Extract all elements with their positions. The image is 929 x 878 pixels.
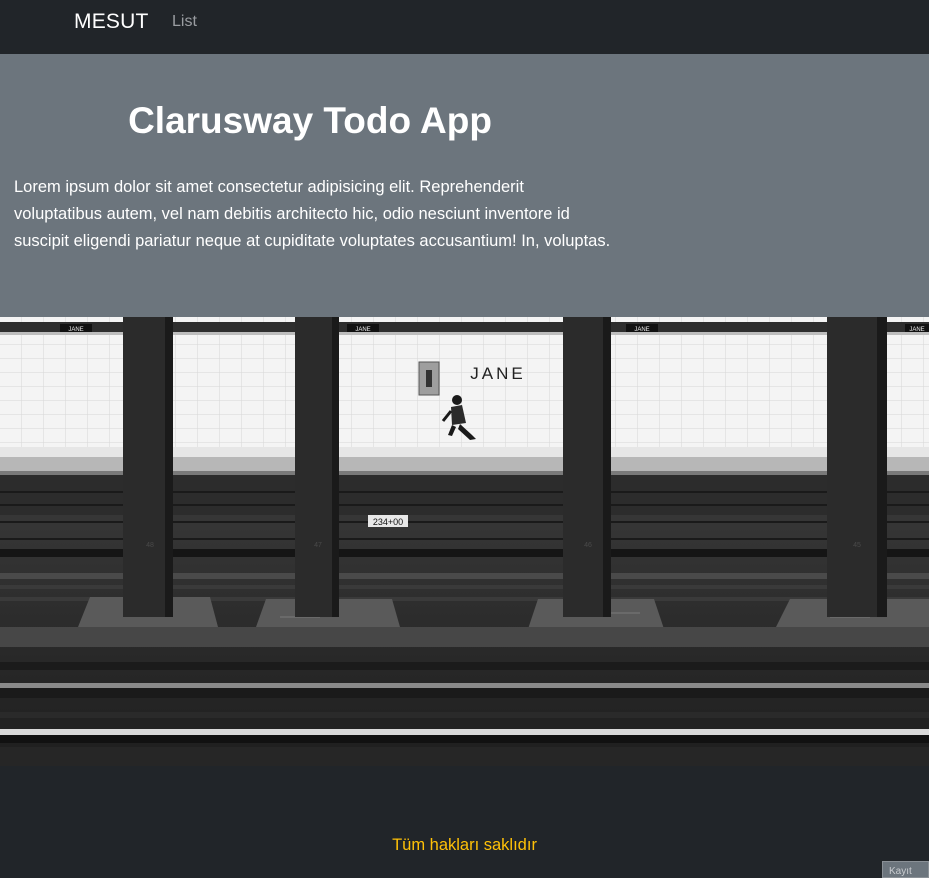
footer: Tüm hakları saklıdır bbox=[0, 766, 929, 878]
station-sign: JANE bbox=[470, 364, 525, 383]
wall-sign-small-3: JANE bbox=[634, 327, 649, 333]
hero-description: Lorem ipsum dolor sit amet consectetur a… bbox=[14, 178, 611, 250]
column-number-4: 45 bbox=[853, 542, 861, 549]
column-number-1: 48 bbox=[146, 542, 154, 549]
wall-sign-small-4: JANE bbox=[909, 327, 924, 333]
wall-sign-small-2: JANE bbox=[355, 327, 370, 333]
footer-copyright: Tüm hakları saklıdır bbox=[392, 836, 537, 854]
brand-link[interactable]: MESUT bbox=[74, 10, 149, 34]
column-number-2: 47 bbox=[314, 542, 322, 549]
wall-sign-small-1: JANE bbox=[68, 327, 83, 333]
corner-button[interactable]: Kayıt bbox=[882, 861, 929, 878]
track-marker: 234+00 bbox=[373, 517, 403, 527]
subway-photo: JANE JANE JANE JANE JANE 234+00 48 47 46… bbox=[0, 317, 929, 766]
page-title: Clarusway Todo App bbox=[128, 100, 492, 141]
column-number-3: 46 bbox=[584, 542, 592, 549]
navbar: MESUT List bbox=[0, 0, 929, 54]
hero-section: Clarusway Todo App Lorem ipsum dolor sit… bbox=[0, 54, 929, 317]
nav-link-list[interactable]: List bbox=[172, 13, 197, 31]
